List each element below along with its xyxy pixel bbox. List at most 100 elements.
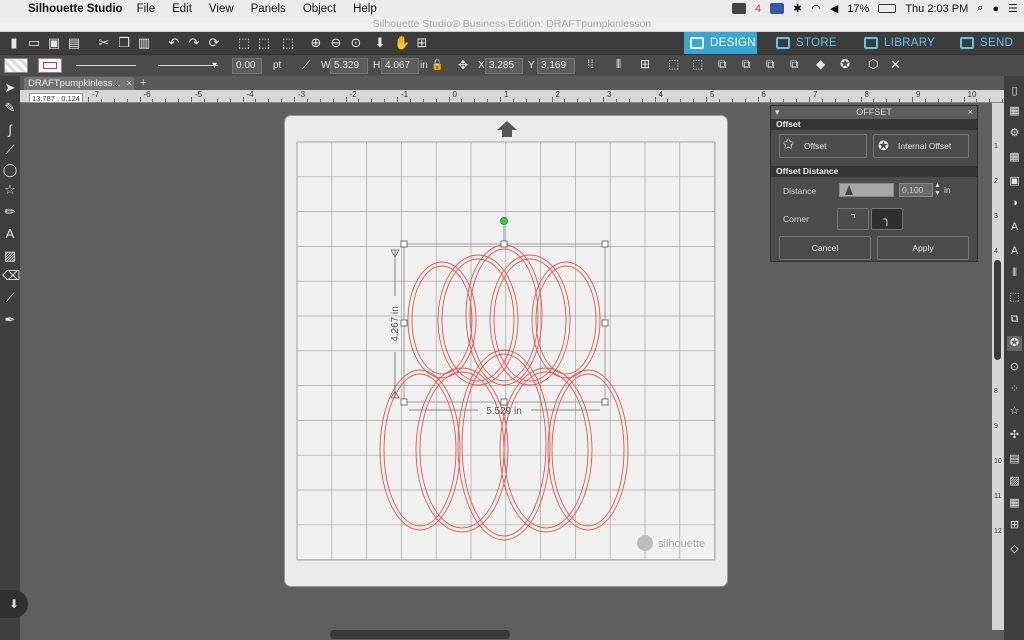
wifi-icon[interactable]: ◠: [811, 2, 821, 15]
dropdown-arrow-icon[interactable]: ▾: [212, 60, 217, 71]
menu-edit[interactable]: Edit: [172, 3, 192, 15]
bluetooth-icon[interactable]: ✱: [793, 2, 802, 15]
new-document-icon[interactable]: ▮: [6, 35, 22, 51]
zoom-select-icon[interactable]: ⊙: [348, 35, 364, 51]
notification-center-icon[interactable]: ☰: [1008, 2, 1018, 15]
tab-store[interactable]: STORE: [770, 32, 840, 54]
deselect-icon[interactable]: ⬚: [256, 35, 272, 51]
distance-stepper[interactable]: ▲ ▼: [934, 182, 941, 198]
fit-window-icon[interactable]: ⊞: [414, 35, 430, 51]
registration-icon[interactable]: ⚙: [1007, 126, 1022, 141]
open-icon[interactable]: ▭: [26, 35, 42, 51]
print-icon[interactable]: ▤: [66, 35, 82, 51]
line-tool-icon[interactable]: ⟋: [302, 58, 310, 73]
vertical-scroll-thumb[interactable]: [994, 260, 1001, 360]
cutting-mat[interactable]: [284, 115, 728, 587]
redo-icon[interactable]: ↷: [186, 35, 202, 51]
star-panel-icon[interactable]: ☆: [1007, 404, 1022, 419]
compound-icon[interactable]: ⧉: [718, 57, 727, 72]
text-style-icon[interactable]: A: [1007, 220, 1022, 235]
save-icon[interactable]: ▣: [46, 35, 62, 51]
fit-to-page-icon[interactable]: ⬇: [372, 35, 388, 51]
apply-button[interactable]: Apply: [877, 236, 969, 260]
pan-hand-icon[interactable]: ✋: [394, 35, 410, 51]
library-panel-icon[interactable]: ▦: [1007, 496, 1022, 511]
text-tool-icon[interactable]: A: [2, 226, 18, 242]
offset-star-icon[interactable]: ✪: [840, 57, 850, 71]
offset-panel-icon[interactable]: ✪: [1007, 336, 1022, 351]
line-color-swatch[interactable]: [38, 58, 62, 73]
sketch-icon[interactable]: ⁘: [1007, 382, 1022, 397]
release-compound-icon[interactable]: ⧉: [742, 57, 751, 72]
offset-button[interactable]: ✩ Offset: [779, 134, 867, 158]
tab-design[interactable]: DESIGN: [684, 32, 757, 54]
font-icon[interactable]: A: [1007, 244, 1022, 259]
corner-sharp-button[interactable]: ⌝: [837, 208, 869, 230]
center-icon[interactable]: ⊞: [640, 57, 650, 71]
new-tab-icon[interactable]: +: [140, 77, 146, 89]
align-panel-icon[interactable]: ⫴: [1007, 266, 1022, 281]
ungroup-icon[interactable]: ⬚: [692, 57, 703, 71]
status-app-icon[interactable]: [731, 3, 746, 14]
eraser-tool-icon[interactable]: ⌫: [2, 268, 20, 284]
shape-icon[interactable]: ▣: [1007, 174, 1022, 189]
transform-icon[interactable]: ⬚: [1007, 290, 1022, 305]
polygon-tool-icon[interactable]: ☆: [2, 182, 18, 198]
fill-panel-icon[interactable]: ◑: [1007, 196, 1022, 211]
distance-slider-thumb[interactable]: [845, 185, 853, 195]
align-icon[interactable]: ⫴: [616, 57, 621, 72]
zoom-out-icon[interactable]: ⊖: [328, 35, 344, 51]
weld-icon[interactable]: ◆: [816, 57, 825, 71]
volume-icon[interactable]: ◀: [830, 2, 838, 15]
corner-rounded-button[interactable]: ╮: [871, 208, 903, 230]
close-panel-icon[interactable]: ×: [968, 106, 973, 119]
menu-file[interactable]: File: [137, 3, 156, 15]
menu-object[interactable]: Object: [303, 3, 336, 15]
menu-app-name[interactable]: Silhouette Studio: [28, 3, 123, 15]
curve-tool-icon[interactable]: ∫: [2, 122, 18, 138]
cut-icon[interactable]: ✂: [96, 35, 112, 51]
document-tab[interactable]: DRAFTpumpkinless... ×: [24, 77, 134, 90]
select-arrow-icon[interactable]: ➤: [2, 80, 18, 96]
close-tab-icon[interactable]: ×: [126, 77, 132, 90]
trace-icon[interactable]: ⬚: [280, 35, 296, 51]
pixscan-icon[interactable]: ▦: [1007, 104, 1022, 119]
move-icon[interactable]: ✥: [458, 58, 468, 72]
replicate-icon[interactable]: ⧉: [1007, 312, 1022, 327]
undo-icon[interactable]: ↶: [166, 35, 182, 51]
bring-front-icon[interactable]: ⧉: [766, 57, 775, 72]
siri-icon[interactable]: ●: [992, 3, 999, 15]
clock[interactable]: Thu 2:03 PM: [905, 3, 968, 15]
pencil-tool-icon[interactable]: ✏: [2, 204, 18, 220]
nesting-icon[interactable]: ▨: [1007, 474, 1022, 489]
fill-tool-icon[interactable]: ▨: [2, 248, 18, 264]
line-style-dropdown-2[interactable]: [158, 65, 218, 66]
distance-slider[interactable]: [839, 183, 894, 197]
trace-panel-icon[interactable]: ⊙: [1007, 360, 1022, 375]
cancel-button[interactable]: Cancel: [779, 236, 871, 260]
layers-icon[interactable]: ▤: [1007, 452, 1022, 467]
flag-icon[interactable]: [769, 3, 784, 14]
eyedropper-tool-icon[interactable]: ✒: [2, 312, 18, 328]
menu-view[interactable]: View: [209, 3, 234, 15]
paste-icon[interactable]: ▥: [136, 35, 152, 51]
distance-input[interactable]: 0.100: [899, 183, 933, 197]
line-style-dropdown[interactable]: [76, 65, 136, 66]
redraw-icon[interactable]: ⟳: [206, 35, 222, 51]
line-weight-input[interactable]: 0.00: [232, 58, 262, 74]
menu-help[interactable]: Help: [353, 3, 377, 15]
grid-settings-icon[interactable]: ▦: [1007, 150, 1022, 165]
notification-badge[interactable]: 4: [755, 3, 761, 15]
offset-panel-titlebar[interactable]: ▾ OFFSET ×: [771, 106, 977, 119]
3d-box-icon[interactable]: ⬡: [868, 57, 878, 71]
delete-x-icon[interactable]: ✕: [890, 57, 901, 73]
warp-icon[interactable]: ⊞: [1007, 518, 1022, 533]
knife-tool-icon[interactable]: ⟋: [2, 290, 18, 306]
point-edit-icon[interactable]: ✎: [2, 100, 18, 116]
fill-color-swatch[interactable]: [4, 58, 28, 73]
horizontal-scrollbar[interactable]: [20, 630, 992, 640]
menu-panels[interactable]: Panels: [251, 3, 286, 15]
collapse-panel-icon[interactable]: ▾: [775, 106, 780, 119]
spotlight-icon[interactable]: ⌕: [977, 2, 983, 15]
grid-points-icon[interactable]: ⁞⁞: [587, 57, 594, 71]
